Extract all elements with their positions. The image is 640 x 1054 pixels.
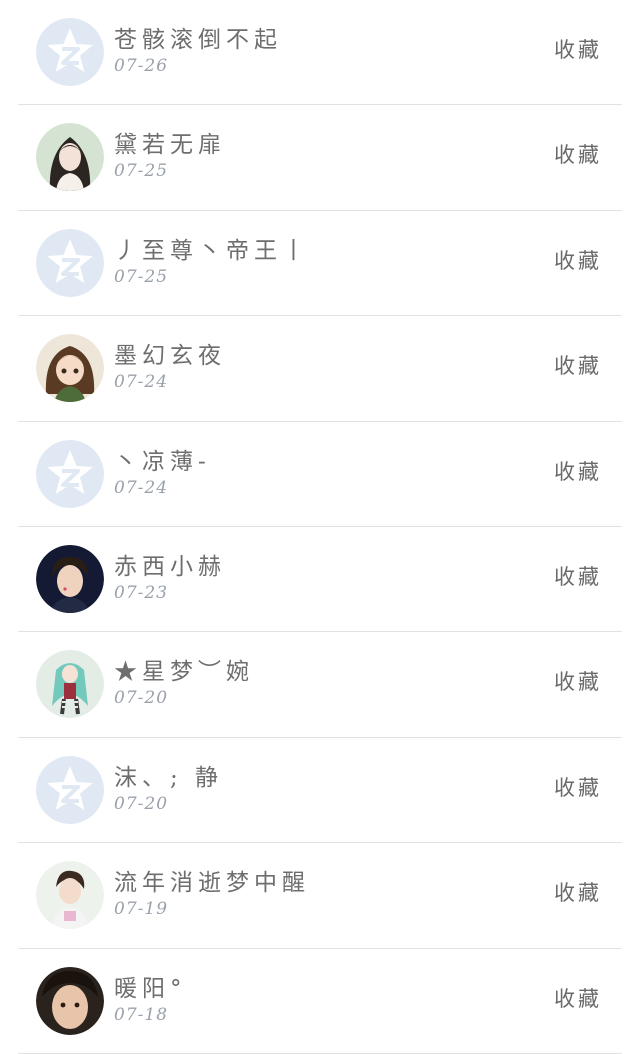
anime-teal-hair-image — [36, 650, 104, 719]
date-label: 07-23 — [114, 582, 169, 603]
avatar[interactable] — [36, 334, 104, 403]
contact-name: 流年消逝梦中醒 — [114, 870, 310, 897]
list-item[interactable]: 暖阳° 07-18 收藏 — [0, 949, 640, 1054]
date-label: 07-20 — [114, 688, 169, 709]
contact-name: 墨幻玄夜 — [114, 343, 226, 370]
qzone-star-icon — [36, 439, 104, 508]
list-item[interactable]: 赤西小赫 07-23 收藏 — [0, 527, 640, 633]
boy-portrait-image — [36, 861, 104, 930]
avatar[interactable] — [36, 650, 104, 719]
young-man-image — [36, 544, 104, 613]
list-item[interactable]: 墨幻玄夜 07-24 收藏 — [0, 316, 640, 422]
list-item[interactable]: 黛若无扉 07-25 收藏 — [0, 105, 640, 212]
favorite-button[interactable]: 收藏 — [554, 245, 602, 275]
favorite-button[interactable]: 收藏 — [554, 34, 602, 64]
qzone-star-icon — [36, 228, 104, 297]
contact-name: ★星梦︶婉 — [114, 659, 254, 686]
favorite-button[interactable]: 收藏 — [554, 350, 602, 380]
date-label: 07-20 — [114, 793, 169, 814]
list-item[interactable]: 苍骸滚倒不起 07-26 收藏 — [0, 0, 640, 106]
list-item[interactable]: 丿至尊丶帝王丨 07-25 收藏 — [0, 211, 640, 317]
date-label: 07-24 — [114, 477, 169, 498]
girl-portrait-image — [36, 123, 104, 192]
avatar[interactable] — [36, 18, 104, 86]
favorite-button[interactable]: 收藏 — [554, 139, 602, 169]
avatar[interactable] — [36, 439, 104, 508]
avatar[interactable] — [36, 123, 104, 192]
boy-closeup-image — [36, 966, 104, 1035]
avatar[interactable] — [36, 544, 104, 613]
list-item[interactable]: 流年消逝梦中醒 07-19 收藏 — [0, 843, 640, 949]
avatar[interactable] — [36, 755, 104, 824]
contact-name: 丶凉薄- — [114, 448, 211, 475]
qzone-star-icon — [36, 18, 104, 86]
favorite-button[interactable]: 收藏 — [554, 561, 602, 591]
anime-girl-image — [36, 334, 104, 403]
favorite-button[interactable]: 收藏 — [554, 983, 602, 1013]
contact-name: 沫、; 静 — [114, 764, 224, 791]
avatar[interactable] — [36, 861, 104, 930]
list-item[interactable]: ★星梦︶婉 07-20 收藏 — [0, 632, 640, 739]
favorite-button[interactable]: 收藏 — [554, 456, 602, 486]
favorite-button[interactable]: 收藏 — [554, 666, 602, 696]
list-item[interactable]: 沫、; 静 07-20 收藏 — [0, 738, 640, 844]
avatar[interactable] — [36, 228, 104, 297]
contact-name: 黛若无扉 — [114, 132, 226, 159]
date-label: 07-19 — [114, 899, 169, 920]
favorite-button[interactable]: 收藏 — [554, 772, 602, 802]
qzone-star-icon — [36, 755, 104, 824]
date-label: 07-26 — [114, 56, 169, 76]
contact-name: 赤西小赫 — [114, 553, 226, 580]
date-label: 07-24 — [114, 372, 169, 393]
date-label: 07-25 — [114, 266, 169, 287]
date-label: 07-18 — [114, 1004, 169, 1025]
favorite-button[interactable]: 收藏 — [554, 877, 602, 907]
contact-name: 丿至尊丶帝王丨 — [114, 237, 310, 264]
favorites-list: 苍骸滚倒不起 07-26 收藏 黛若无扉 07-25 收藏 丿至尊丶帝王丨 07… — [0, 0, 640, 1054]
contact-name: 暖阳° — [114, 975, 187, 1002]
contact-name: 苍骸滚倒不起 — [114, 27, 282, 53]
avatar[interactable] — [36, 966, 104, 1035]
list-item[interactable]: 丶凉薄- 07-24 收藏 — [0, 422, 640, 528]
date-label: 07-25 — [114, 161, 169, 182]
